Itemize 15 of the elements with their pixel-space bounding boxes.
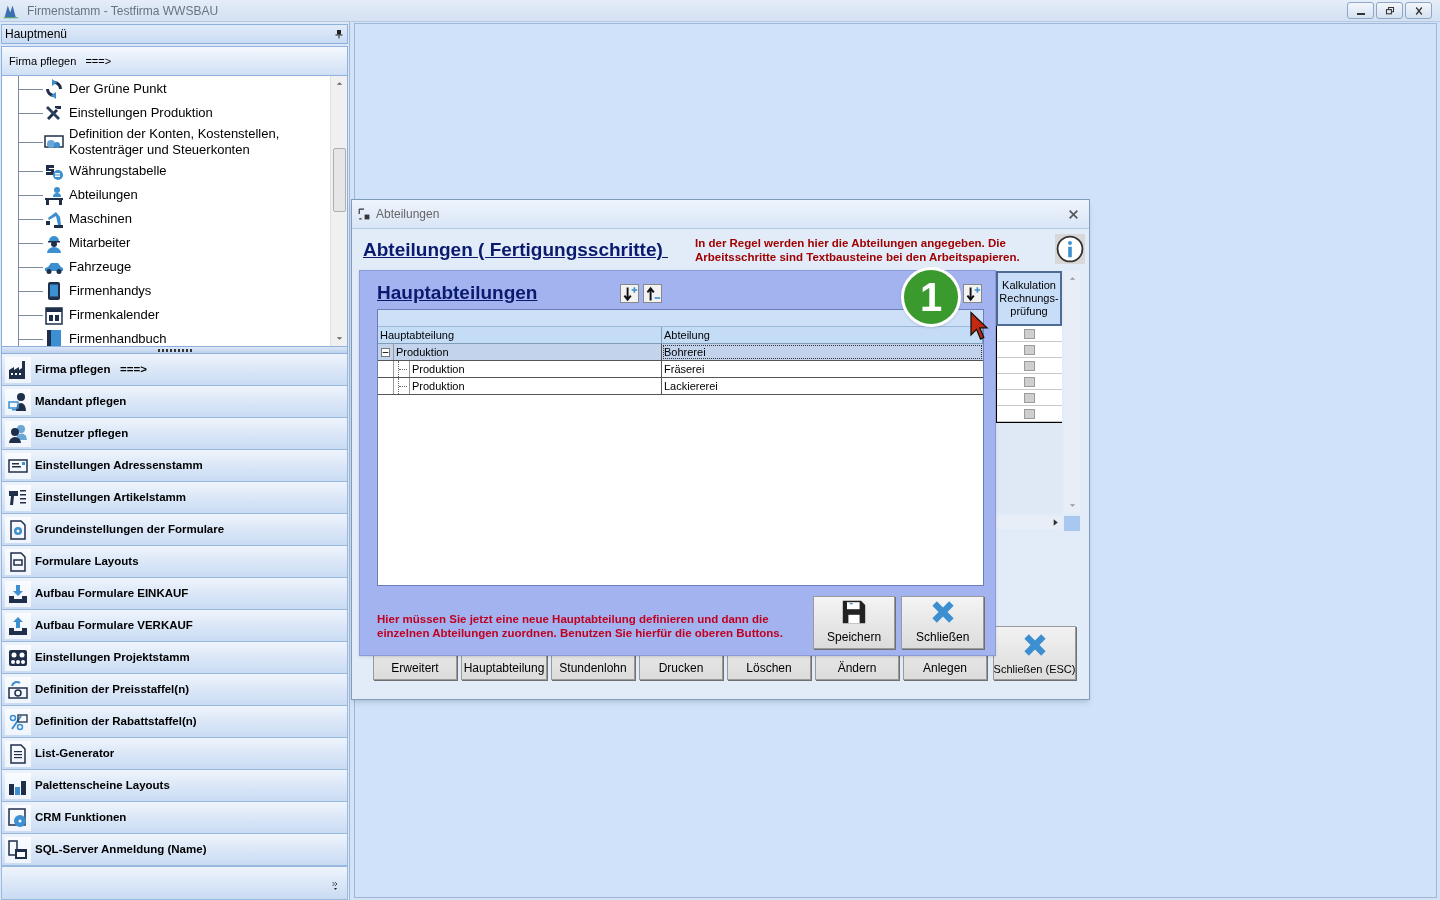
table-cell-text: Lackiererei (664, 378, 718, 394)
table-cell-text: Bohrerei (664, 344, 706, 360)
step-badge: 1 (901, 267, 961, 327)
panel-title: Hauptmenü (5, 26, 68, 43)
hint-text: Hier müssen Sie jetzt eine neue Hauptabteilung definieren und dann die einzelnen Abteilungen zuordnen. Benutzen Sie hierfür die oberen Buttons. (377, 612, 784, 640)
window-title: Firmenstamm - Testfirma WWSBAU (27, 2, 219, 20)
dialog-title: Abteilungen (376, 206, 440, 223)
dialog-heading: Abteilungen ( Fertigungsschritte) (363, 238, 664, 262)
table-cell-text: Produktion (411, 378, 465, 394)
panel-heading: Hauptabteilungen (377, 281, 539, 305)
table-cell-text: Produktion (395, 344, 449, 360)
group-heading: Firma pflegen ===> (9, 53, 112, 69)
table-cell-text: Produktion (411, 361, 465, 377)
table-cell-text: Fräserei (664, 361, 705, 377)
hint-text: In der Regel werden hier die Abteilungen angegeben. Die Arbeitsschritte sind Textbausteine bei den Arbeitspapieren. (695, 236, 1021, 264)
